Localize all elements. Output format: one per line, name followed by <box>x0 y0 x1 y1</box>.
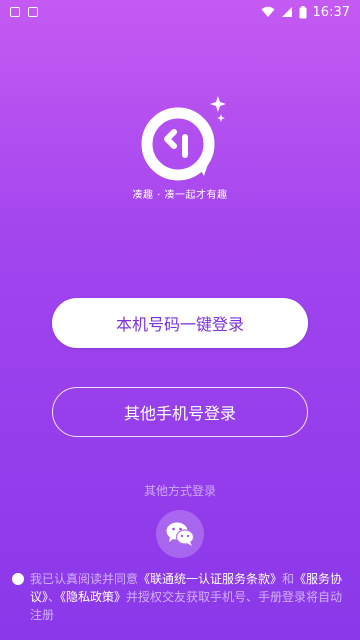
privacy-policy-link[interactable]: 《隐私政策》 <box>60 590 126 604</box>
one-key-login-button[interactable]: 本机号码一键登录 <box>52 298 308 348</box>
agreement-and: 和 <box>282 572 295 586</box>
one-key-login-label: 本机号码一键登录 <box>115 315 244 334</box>
slogan: 凑趣 · 凑一起才有趣 <box>132 190 228 201</box>
wechat-icon <box>166 522 195 546</box>
agreement-text: 我已认真阅读并同意《联通统一认证服务条款》和《服务协议》、《隐私政策》并授权交友… <box>30 570 352 624</box>
other-methods-label: 其他方式登录 <box>143 484 216 498</box>
other-phone-login-button[interactable]: 其他手机号登录 <box>52 387 308 437</box>
unicom-terms-link[interactable]: 《联通统一认证服务条款》 <box>138 572 282 586</box>
wifi-icon <box>261 6 275 17</box>
wechat-login-button[interactable] <box>156 510 204 558</box>
agreement-radio[interactable] <box>12 573 24 585</box>
a-icon <box>28 7 38 17</box>
agreement-row: 我已认真阅读并同意《联通统一认证服务条款》和《服务协议》、《隐私政策》并授权交友… <box>12 570 352 624</box>
status-bar: 16:37 <box>0 0 360 24</box>
agreement-prefix: 我已认真阅读并同意 <box>30 572 139 586</box>
battery-icon <box>299 5 307 18</box>
status-time: 16:37 <box>312 4 350 20</box>
image-icon <box>10 7 20 17</box>
agreement-sep: 、 <box>48 590 61 604</box>
chat-bubble-logo-icon <box>141 96 226 181</box>
other-phone-login-label: 其他手机号登录 <box>123 404 236 423</box>
signal-icon <box>281 7 292 17</box>
